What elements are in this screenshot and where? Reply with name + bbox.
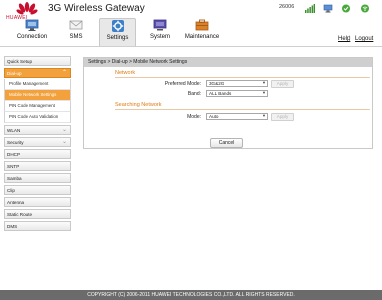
- sidebar-item-antenna[interactable]: Antenna: [4, 197, 71, 207]
- sidebar-item-dms[interactable]: DMS: [4, 221, 71, 231]
- sidebar-subitem-pin-code-management[interactable]: PIN Code Management: [4, 101, 71, 112]
- preferred-mode-label: Preferred Mode:: [164, 81, 201, 87]
- sidebar-subitem-profile-management[interactable]: Profile Management: [4, 79, 71, 90]
- tab-connection-label: Connection: [16, 34, 48, 40]
- chevron-down-icon: ⌄: [61, 127, 67, 133]
- tab-maintenance[interactable]: Maintenance: [182, 18, 222, 46]
- sidebar-item-label: Dial-up: [7, 71, 22, 76]
- sidebar-item-label: Clip: [7, 188, 15, 193]
- dropdown-caret-icon: ▼: [262, 90, 266, 95]
- tab-settings-label: Settings: [106, 35, 129, 41]
- toolbox-icon: [195, 19, 209, 31]
- tab-sms[interactable]: SMS: [64, 18, 88, 46]
- dropdown-caret-icon: ▼: [262, 80, 266, 85]
- sidebar-item-label: Static Route: [7, 212, 33, 217]
- page-title: 3G Wireless Gateway: [48, 3, 145, 14]
- preferred-mode-select[interactable]: 3G&2G ▼: [206, 80, 268, 87]
- preferred-mode-value: 3G&2G: [209, 81, 225, 86]
- tab-maintenance-label: Maintenance: [184, 34, 220, 40]
- searching-apply-button[interactable]: Apply: [271, 113, 294, 121]
- search-mode-label: Mode:: [187, 114, 201, 120]
- sidebar-subitem-label: PIN Code Management: [9, 103, 55, 108]
- searching-section-divider: [115, 109, 370, 110]
- sidebar-subitem-label: Mobile Network Settings: [9, 92, 57, 97]
- band-value: ALL Bands: [209, 91, 232, 96]
- sidebar-item-label: WLAN: [7, 128, 21, 133]
- settings-panel: Settings > Dial-up > Mobile Network Sett…: [83, 57, 373, 149]
- sidebar-item-dial-up[interactable]: Dial-up ⌃: [4, 68, 71, 78]
- band-label: Band:: [187, 91, 201, 97]
- sidebar-item-label: DHCP: [7, 152, 21, 157]
- network-section-title: Network: [115, 70, 136, 76]
- dropdown-caret-icon: ▼: [262, 113, 266, 118]
- sidebar-subitem-mobile-network-settings[interactable]: Mobile Network Settings: [4, 90, 71, 101]
- wifi-icon: [361, 4, 369, 13]
- sidebar-item-dhcp[interactable]: DHCP: [4, 149, 71, 159]
- network-section-divider: [115, 77, 370, 78]
- link-separator: |: [349, 36, 351, 42]
- sidebar: Quick Setup Dial-up ⌃ Profile Management…: [4, 56, 71, 233]
- sidebar-item-label: Security: [7, 140, 24, 145]
- envelope-icon: [69, 20, 83, 30]
- search-mode-select[interactable]: Auto ▼: [206, 113, 268, 120]
- gear-icon: [111, 20, 124, 32]
- sidebar-item-label: DMS: [7, 224, 18, 229]
- network-apply-button[interactable]: Apply: [271, 80, 294, 88]
- breadcrumb: Settings > Dial-up > Mobile Network Sett…: [84, 58, 372, 67]
- sidebar-item-static-route[interactable]: Static Route: [4, 209, 71, 219]
- signal-bars-icon: [305, 4, 315, 13]
- sidebar-item-label: SNTP: [7, 164, 20, 169]
- band-select[interactable]: ALL Bands ▼: [206, 90, 268, 97]
- tab-sms-label: SMS: [69, 34, 83, 40]
- network-code: 26006: [279, 4, 295, 10]
- cancel-button[interactable]: Cancel: [210, 138, 243, 148]
- footer-copyright: COPYRIGHT (C) 2006-2011 HUAWEI TECHNOLOG…: [0, 290, 382, 300]
- sidebar-item-wlan[interactable]: WLAN ⌄: [4, 125, 71, 135]
- sidebar-item-clip[interactable]: Clip: [4, 185, 71, 195]
- header-divider: [0, 46, 382, 47]
- sidebar-item-sntp[interactable]: SNTP: [4, 161, 71, 171]
- searching-section-title: Searching Network: [115, 102, 162, 108]
- connection-icon: [25, 19, 39, 31]
- sidebar-subitem-label: Profile Management: [9, 81, 49, 86]
- sidebar-item-label: Samba: [7, 176, 22, 181]
- tab-connection[interactable]: Connection: [13, 18, 51, 46]
- sidebar-subitem-label: PIN Code Auto Validation: [9, 114, 59, 119]
- sidebar-item-quick-setup[interactable]: Quick Setup: [4, 56, 71, 66]
- sidebar-item-security[interactable]: Security ⌄: [4, 137, 71, 147]
- logout-link[interactable]: Logout: [355, 36, 373, 42]
- chevron-up-icon: ⌃: [61, 70, 67, 76]
- header-bar: HUAWEI 3G Wireless Gateway 26006 Connect…: [0, 0, 382, 46]
- tab-settings[interactable]: Settings: [99, 18, 136, 46]
- sidebar-item-label: Quick Setup: [7, 59, 33, 64]
- sidebar-item-label: Antenna: [7, 200, 25, 205]
- pc-connection-icon: [323, 4, 333, 13]
- globe-online-icon: [342, 4, 350, 13]
- computer-icon: [153, 19, 167, 31]
- tab-system-label: System: [149, 34, 170, 40]
- chevron-down-icon: ⌄: [61, 139, 67, 145]
- tab-system[interactable]: System: [146, 18, 174, 46]
- sidebar-subitem-pin-code-auto-validation[interactable]: PIN Code Auto Validation: [4, 112, 71, 123]
- search-mode-value: Auto: [209, 114, 219, 119]
- sidebar-item-samba[interactable]: Samba: [4, 173, 71, 183]
